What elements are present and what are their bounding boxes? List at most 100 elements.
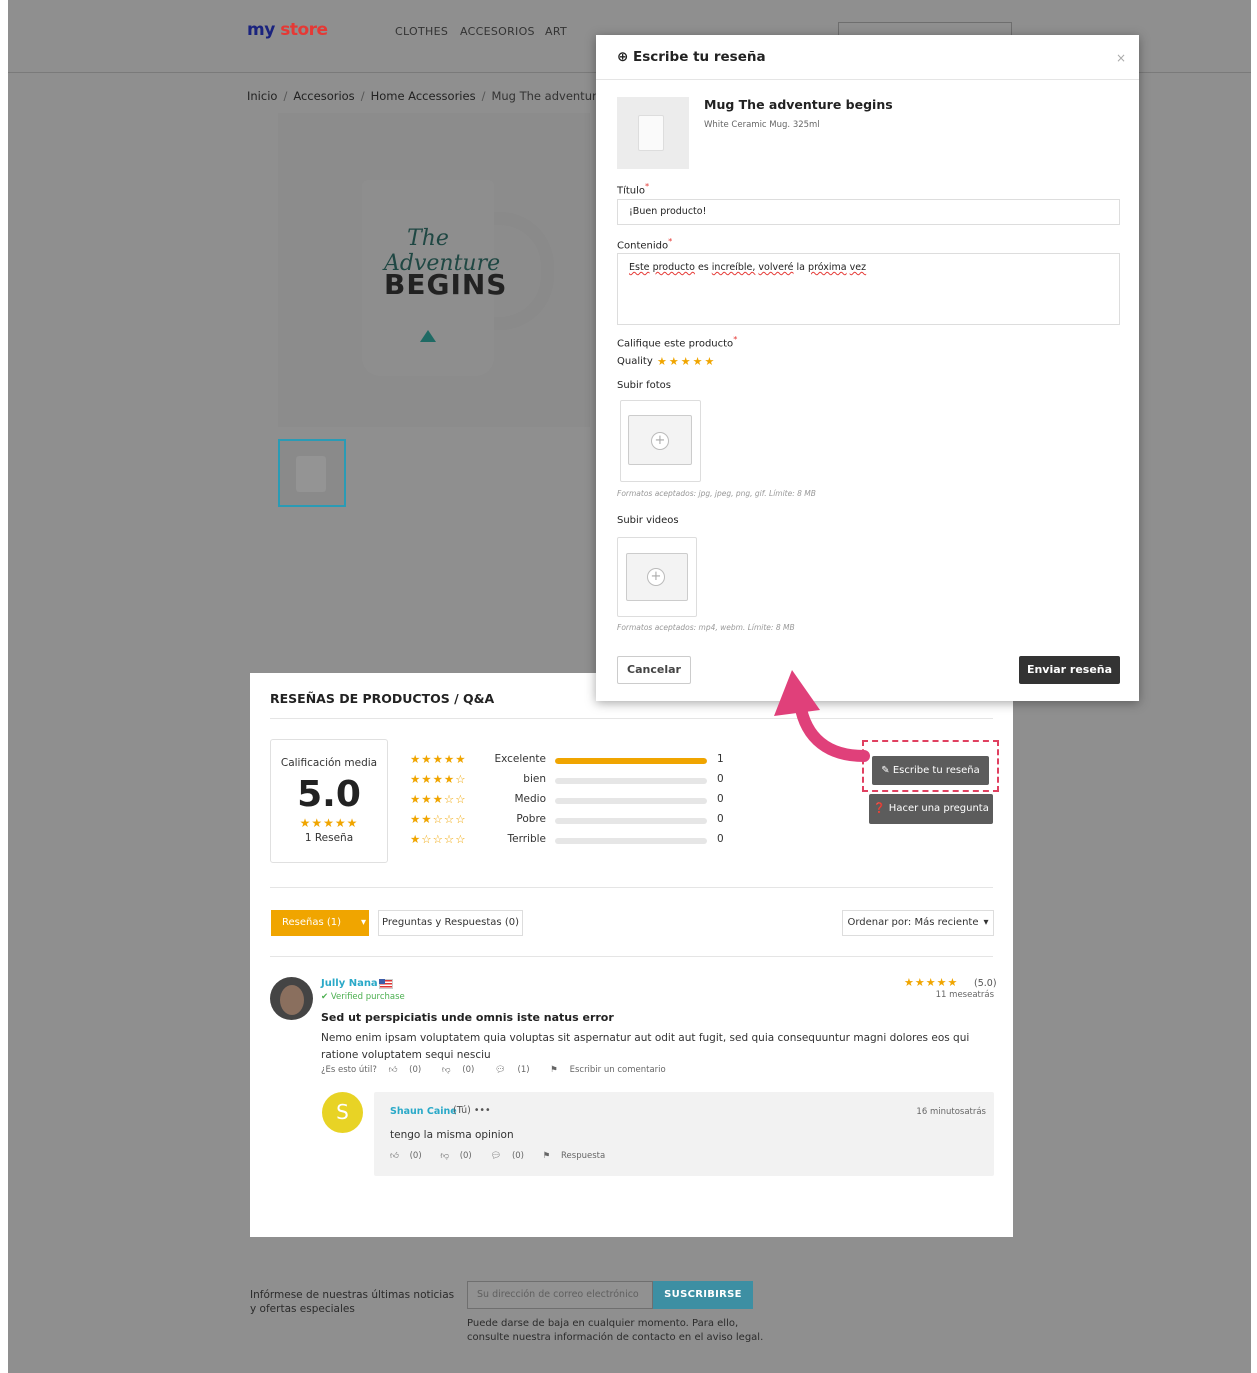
like-button[interactable]: 👍︎ (0) xyxy=(390,1151,430,1161)
rating-bar-fill xyxy=(555,758,707,764)
comment-icon: 💬︎ xyxy=(490,1151,502,1161)
rating-row-5[interactable]: ★★★★★ Excelente 1 xyxy=(410,752,740,768)
breadcrumb-home-accessories[interactable]: Home Accessories xyxy=(371,89,476,103)
newsletter-note: Puede darse de baja en cualquier momento… xyxy=(467,1318,764,1343)
rating-row-2[interactable]: ★★☆☆☆ Pobre 0 xyxy=(410,812,740,828)
rating-row-4[interactable]: ★★★★☆ bien 0 xyxy=(410,772,740,788)
ask-question-label: Hacer una pregunta xyxy=(888,803,989,814)
flag-canton xyxy=(379,979,385,984)
reply-avatar: S xyxy=(322,1092,363,1133)
add-video-icon: + xyxy=(647,568,665,586)
divider xyxy=(270,956,993,957)
breadcrumb: Inicio / Accesorios / Home Accessories / Mug T… xyxy=(247,89,622,103)
reply-link[interactable]: Respuesta xyxy=(561,1151,605,1161)
subscribe-button[interactable]: SUSCRIBIRSE xyxy=(653,1281,753,1309)
tab-reviews[interactable]: Reseñas (1) ▾ xyxy=(271,910,369,936)
rate-label: Califique este producto* xyxy=(617,334,738,350)
divider xyxy=(270,718,993,719)
nav-clothes[interactable]: CLOTHES xyxy=(395,25,448,38)
average-stars: ★★★★★ xyxy=(299,816,359,830)
reply-author[interactable]: Shaun Caine xyxy=(390,1106,457,1117)
rating-label: Pobre xyxy=(516,813,546,825)
sort-dropdown[interactable]: Ordenar por: Más reciente ▾ xyxy=(842,910,994,936)
mug-tent-icon xyxy=(420,330,436,342)
modal-product-name: Mug The adventure begins xyxy=(704,97,893,112)
quality-label: Quality xyxy=(617,356,653,367)
caret-down-icon: ▾ xyxy=(361,917,367,928)
email-field[interactable]: Su dirección de correo electrónico xyxy=(467,1281,653,1309)
avatar xyxy=(270,977,313,1020)
rating-row-3[interactable]: ★★★☆☆ Medio 0 xyxy=(410,792,740,808)
rating-bar xyxy=(555,838,707,844)
nav-art[interactable]: ART xyxy=(545,25,567,38)
comment-icon: 💬︎ xyxy=(495,1065,506,1075)
close-icon[interactable]: × xyxy=(1116,51,1126,65)
content-label: Contenido* xyxy=(617,236,673,252)
rating-label: Terrible xyxy=(507,833,547,845)
comments-button[interactable]: 💬︎ (1) xyxy=(495,1065,539,1075)
store-logo[interactable]: my store xyxy=(247,20,328,40)
rating-bar xyxy=(555,818,707,824)
breadcrumb-home[interactable]: Inicio xyxy=(247,89,277,103)
title-input[interactable]: ¡Buen producto! xyxy=(617,199,1120,225)
quality-star-rating[interactable]: ★★★★★ xyxy=(657,355,716,368)
divider xyxy=(270,887,993,888)
reply-actions: 👍︎ (0) 👎︎ (0) 💬︎ (0) ⚑ Respuesta xyxy=(390,1151,613,1161)
like-button[interactable]: 👍︎ (0) xyxy=(389,1065,431,1075)
dislike-button[interactable]: 👎︎ (0) xyxy=(442,1065,483,1075)
rating-row-1[interactable]: ★☆☆☆☆ Terrible 0 xyxy=(410,832,740,848)
average-value: 5.0 xyxy=(297,774,361,815)
write-comment-link[interactable]: Escribir un comentario xyxy=(570,1065,666,1075)
caret-down-icon: ▾ xyxy=(983,917,989,928)
verified-badge: ✔ Verified purchase xyxy=(321,992,405,1002)
rating-stars: ★☆☆☆☆ xyxy=(410,832,467,846)
pencil-icon: ✎ xyxy=(881,765,893,776)
rating-label: Medio xyxy=(514,793,546,805)
rating-count: 0 xyxy=(717,813,724,825)
reply-time: 16 minutosatrás xyxy=(916,1107,986,1117)
report-flag-icon[interactable]: ⚑ xyxy=(550,1065,558,1075)
rating-stars: ★★★★☆ xyxy=(410,772,467,786)
average-label: Calificación media xyxy=(280,757,378,769)
review-stars: ★★★★★ xyxy=(904,976,959,989)
write-review-label: Escribe tu reseña xyxy=(892,765,980,776)
rating-bar xyxy=(555,798,707,804)
rating-stars: ★★☆☆☆ xyxy=(410,812,467,826)
average-rating-box: Calificación media 5.0 ★★★★★ 1 Reseña xyxy=(270,739,388,863)
helpful-label: ¿Es esto útil? xyxy=(321,1065,377,1075)
rating-count: 0 xyxy=(717,773,724,785)
tab-questions[interactable]: Preguntas y Respuestas (0) xyxy=(378,910,523,936)
rating-label: Excelente xyxy=(494,753,546,765)
review-author[interactable]: Jully Nana xyxy=(321,978,378,989)
comments-button[interactable]: 💬︎ (0) xyxy=(490,1151,532,1161)
review-actions: ¿Es esto útil? 👍︎ (0) 👎︎ (0) 💬︎ (1) ⚑ Es… xyxy=(321,1065,675,1075)
upload-videos-label: Subir videos xyxy=(617,515,679,526)
ask-question-button[interactable]: ❓ Hacer una pregunta xyxy=(869,794,993,824)
question-icon: ❓ xyxy=(873,803,889,814)
nav-accesorios[interactable]: ACCESORIOS xyxy=(460,25,535,38)
upload-photos-label: Subir fotos xyxy=(617,380,671,391)
thumbs-down-icon: 👎︎ xyxy=(441,1065,451,1075)
pointer-arrow-icon xyxy=(774,670,870,762)
review-score: (5.0) xyxy=(974,978,997,989)
avatar-face xyxy=(280,985,304,1015)
thumbs-up-icon: 👍︎ xyxy=(388,1065,398,1075)
rating-stars: ★★★★★ xyxy=(410,752,467,766)
thumbnail-mug xyxy=(296,456,326,492)
cancel-button[interactable]: Cancelar xyxy=(617,656,691,684)
report-flag-icon[interactable]: ⚑ xyxy=(543,1151,551,1161)
newsletter-text: Infórmese de nuestras últimas noticias y… xyxy=(250,1289,455,1315)
more-options-icon[interactable]: ••• xyxy=(474,1105,491,1116)
dislike-button[interactable]: 👎︎ (0) xyxy=(440,1151,479,1161)
rating-bar xyxy=(555,778,707,784)
reply-you-label: (Tú) ••• xyxy=(453,1105,491,1116)
submit-review-button[interactable]: Enviar reseña xyxy=(1019,656,1120,684)
breadcrumb-accesorios[interactable]: Accesorios xyxy=(293,89,354,103)
rating-count: 0 xyxy=(717,833,724,845)
reply-text: tengo la misma opinion xyxy=(390,1129,514,1141)
add-photo-icon: + xyxy=(651,432,669,450)
rating-stars: ★★★☆☆ xyxy=(410,792,467,806)
modal-product-desc: White Ceramic Mug. 325ml xyxy=(704,120,820,130)
write-review-button[interactable]: ✎ Escribe tu reseña xyxy=(872,756,989,785)
content-textarea[interactable]: Este producto es increíble, volveré la p… xyxy=(617,253,1120,325)
